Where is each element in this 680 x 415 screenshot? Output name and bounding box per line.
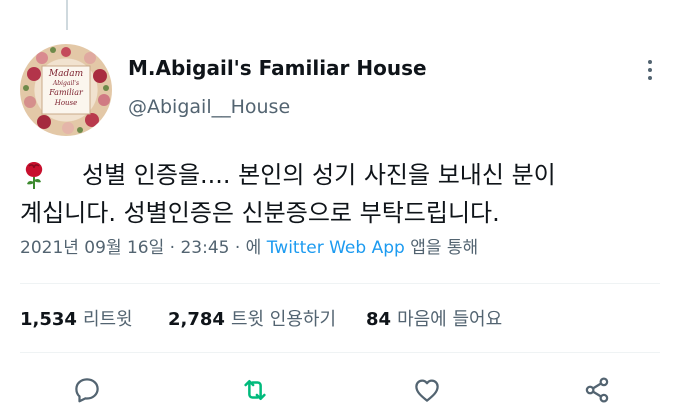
- divider-bottom: [20, 352, 660, 353]
- retweet-button[interactable]: [237, 372, 273, 408]
- display-name[interactable]: M.Abigail's Familiar House: [128, 56, 427, 80]
- avatar-line-1: Madam: [48, 69, 84, 79]
- retweets-count: 1,534: [20, 309, 77, 330]
- quotes-count: 2,784: [168, 309, 225, 330]
- avatar[interactable]: Madam Abigail's Familiar House: [20, 44, 112, 136]
- thread-connector-line: [66, 0, 68, 30]
- timestamp[interactable]: 2021년 09월 16일 · 23:45 · 에: [20, 238, 261, 258]
- avatar-line-3: Familiar: [49, 88, 83, 97]
- tweet-text-line-1: 성별 인증을.... 본인의 성기 사진을 보내신 분이: [82, 161, 556, 189]
- share-icon: [585, 377, 609, 403]
- share-button[interactable]: [579, 372, 615, 408]
- quotes-label: 트윗 인용하기: [230, 309, 337, 330]
- retweet-icon: [244, 380, 266, 400]
- likes-label: 마음에 들어요: [397, 309, 503, 330]
- heart-icon: [415, 379, 439, 402]
- retweets-stat[interactable]: 1,534 리트윗: [20, 305, 133, 331]
- source-suffix: 앱을 통해: [410, 238, 479, 258]
- source-app-link[interactable]: Twitter Web App: [267, 238, 405, 258]
- avatar-line-4: House: [54, 99, 78, 107]
- like-button[interactable]: [409, 372, 445, 408]
- more-options-icon[interactable]: [640, 58, 660, 82]
- quotes-stat[interactable]: 2,784 트윗 인용하기: [168, 305, 336, 331]
- reply-button[interactable]: [69, 372, 105, 408]
- user-handle[interactable]: @Abigail__House: [128, 96, 290, 118]
- rose-icon: [25, 162, 43, 189]
- tweet-metadata: 2021년 09월 16일 · 23:45 · 에 Twitter Web Ap…: [20, 233, 478, 258]
- likes-count: 84: [366, 309, 392, 330]
- avatar-logo-text: Madam Abigail's Familiar House: [42, 66, 90, 114]
- tweet-text-line-2: 계십니다. 성별인증은 신분증으로 부탁드립니다.: [20, 199, 500, 227]
- avatar-line-2: Abigail's: [52, 80, 80, 87]
- likes-stat[interactable]: 84 마음에 들어요: [366, 305, 502, 331]
- divider-top: [20, 283, 660, 284]
- retweets-label: 리트윗: [82, 309, 133, 330]
- reply-icon: [75, 378, 99, 403]
